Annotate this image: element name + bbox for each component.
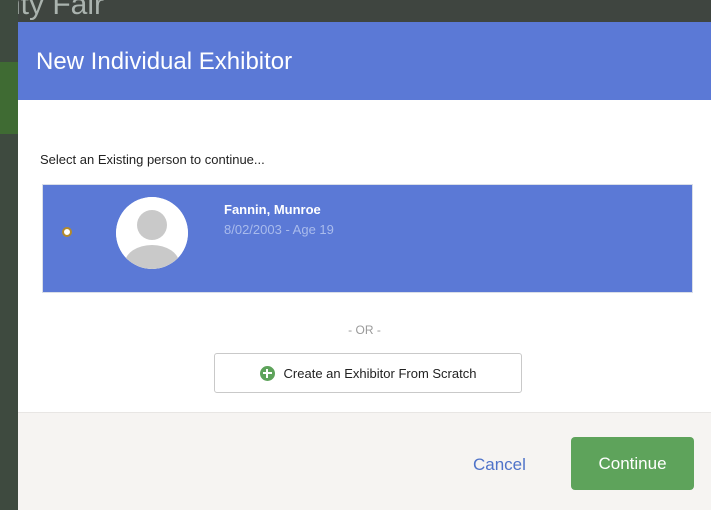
modal-header: New Individual Exhibitor: [18, 22, 711, 100]
person-option-card[interactable]: Fannin, Munroe 8/02/2003 - Age 19: [42, 184, 693, 293]
radio-icon[interactable]: [62, 227, 72, 237]
modal-body: Select an Existing person to continue...…: [18, 100, 711, 412]
plus-circle-icon: [259, 365, 275, 381]
backdrop-sidebar-block: [0, 62, 18, 134]
create-from-scratch-button[interactable]: Create an Exhibitor From Scratch: [214, 353, 522, 393]
backdrop-sidebar: [0, 0, 18, 510]
person-name: Fannin, Munroe: [224, 202, 321, 217]
or-separator: - OR -: [348, 323, 381, 337]
continue-button[interactable]: Continue: [571, 437, 694, 490]
instruction-text: Select an Existing person to continue...: [40, 152, 265, 167]
user-avatar-icon: [116, 197, 188, 269]
cancel-link[interactable]: Cancel: [473, 455, 526, 475]
backdrop-header: nty Fair: [0, 0, 711, 22]
backdrop-page-title: nty Fair: [4, 0, 105, 21]
new-exhibitor-modal: New Individual Exhibitor Select an Exist…: [18, 22, 711, 510]
create-from-scratch-label: Create an Exhibitor From Scratch: [283, 365, 477, 381]
person-birthdate-age: 8/02/2003 - Age 19: [224, 222, 334, 237]
modal-footer: Cancel Continue: [18, 412, 711, 510]
modal-title: New Individual Exhibitor: [36, 48, 293, 75]
